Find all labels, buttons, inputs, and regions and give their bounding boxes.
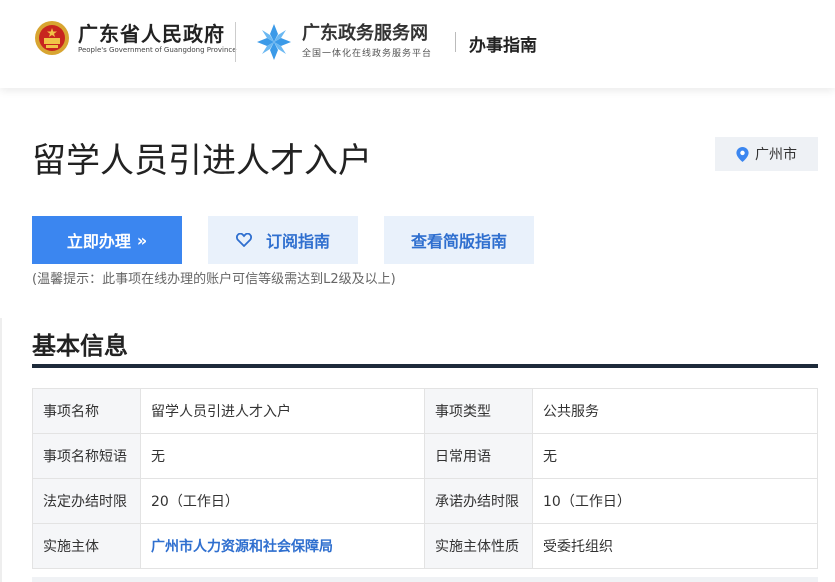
- table-row: 实施主体 广州市人力资源和社会保障局 实施主体性质 受委托组织: [32, 523, 818, 569]
- heart-icon: [235, 233, 252, 247]
- page-title: 留学人员引进人才入户: [32, 141, 372, 181]
- left-border: [0, 318, 2, 582]
- gov-title[interactable]: 广东省人民政府: [78, 18, 225, 47]
- table-continuation: [32, 577, 818, 582]
- field-label: 事项名称短语: [32, 433, 141, 479]
- gdzw-logo-icon: [257, 24, 291, 60]
- field-label: 实施主体性质: [424, 523, 533, 569]
- header-divider: [235, 22, 236, 62]
- subscribe-guide-label: 订阅指南: [265, 232, 330, 251]
- field-value: 10（工作日）: [532, 478, 818, 524]
- section-title-basic-info: 基本信息: [32, 332, 128, 360]
- field-label: 日常用语: [424, 433, 533, 479]
- national-emblem-icon: [35, 21, 69, 55]
- apply-now-label: 立即办理: [66, 232, 131, 251]
- header-divider: [455, 32, 456, 52]
- location-label: 广州市: [755, 147, 797, 163]
- service-title[interactable]: 广东政务服务网: [302, 19, 428, 45]
- table-row: 事项名称 留学人员引进人才入户 事项类型 公共服务: [32, 388, 818, 434]
- section-underline: [32, 364, 818, 368]
- field-label: 法定办结时限: [32, 478, 141, 524]
- table-row: 事项名称短语 无 日常用语 无: [32, 433, 818, 479]
- field-value: 留学人员引进人才入户: [140, 388, 425, 434]
- implementing-agency-link[interactable]: 广州市人力资源和社会保障局: [151, 539, 333, 555]
- field-label: 事项类型: [424, 388, 533, 434]
- field-value: 无: [140, 433, 425, 479]
- field-value: 20（工作日）: [140, 478, 425, 524]
- field-value: 受委托组织: [532, 523, 818, 569]
- location-badge[interactable]: 广州市: [715, 137, 818, 171]
- apply-now-button[interactable]: 立即办理 »: [32, 216, 182, 264]
- location-pin-icon: [736, 146, 749, 162]
- site-header: 广东省人民政府 People's Government of Guangdong…: [0, 0, 835, 88]
- field-label: 承诺办结时限: [424, 478, 533, 524]
- field-value: 公共服务: [532, 388, 818, 434]
- table-row: 法定办结时限 20（工作日） 承诺办结时限 10（工作日）: [32, 478, 818, 524]
- subscribe-guide-button[interactable]: 订阅指南: [208, 216, 358, 264]
- gov-subtitle: People's Government of Guangdong Provinc…: [78, 46, 237, 54]
- double-chevron-right-icon: »: [136, 230, 148, 250]
- field-value: 无: [532, 433, 818, 479]
- basic-info-table: 事项名称 留学人员引进人才入户 事项类型 公共服务 事项名称短语 无 日常用语 …: [32, 388, 818, 569]
- warm-tip: (温馨提示：此事项在线办理的账户可信等级需达到L2级及以上): [32, 272, 396, 287]
- nav-title[interactable]: 办事指南: [469, 31, 537, 56]
- field-label: 事项名称: [32, 388, 141, 434]
- view-simple-guide-label: 查看简版指南: [410, 232, 507, 251]
- service-subtitle: 全国一体化在线政务服务平台: [302, 49, 433, 59]
- field-label: 实施主体: [32, 523, 141, 569]
- view-simple-guide-button[interactable]: 查看简版指南: [384, 216, 534, 264]
